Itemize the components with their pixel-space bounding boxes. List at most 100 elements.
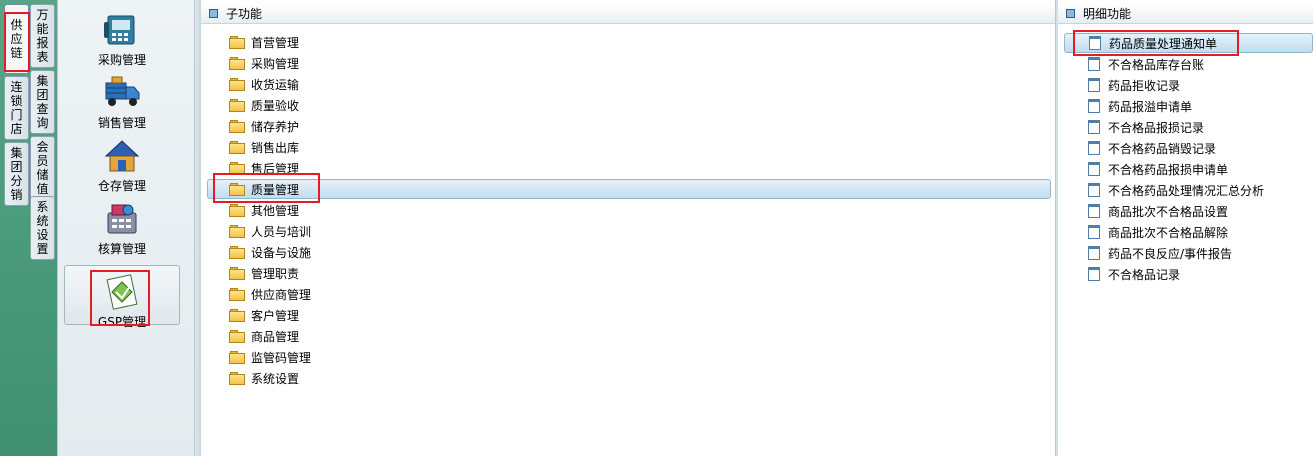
document-icon bbox=[1086, 204, 1102, 218]
tab-char: 员 bbox=[36, 154, 49, 168]
document-icon bbox=[1087, 36, 1103, 50]
folder-icon bbox=[229, 330, 245, 343]
detail-function-panel: 明细功能 药品质量处理通知单不合格品库存台账 药品拒收记录药品报溢申请单 不合格品报… bbox=[1058, 0, 1313, 456]
tab-char: 储 bbox=[36, 168, 49, 182]
nav-item-label: 采购管理 bbox=[97, 53, 146, 67]
sub-function-label: 质量验收 bbox=[251, 98, 300, 113]
tab-char: 系 bbox=[36, 200, 49, 214]
sub-function-item[interactable]: 质量验收 bbox=[229, 95, 299, 115]
nav-item-purchase[interactable]: 采购管理 bbox=[64, 4, 180, 67]
tab-char: 设 bbox=[36, 228, 49, 242]
sub-function-label: 采购管理 bbox=[251, 56, 300, 71]
sub-function-label: 管理职责 bbox=[251, 266, 300, 281]
detail-function-label: 不合格品报损记录 bbox=[1108, 120, 1205, 135]
detail-function-item[interactable]: 不合格品库存台账 bbox=[1086, 54, 1204, 74]
tab-char: 门 bbox=[10, 108, 23, 122]
purchase-icon bbox=[104, 15, 135, 45]
sub-function-item[interactable]: 供应商管理 bbox=[229, 284, 311, 304]
detail-function-item[interactable]: 不合格药品报损申请单 bbox=[1086, 159, 1228, 179]
detail-function-item[interactable]: 药品报溢申请单 bbox=[1086, 96, 1192, 116]
header-square-icon bbox=[209, 9, 218, 18]
tab-char: 集 bbox=[10, 146, 23, 160]
sub-function-item[interactable]: 系统设置 bbox=[229, 368, 299, 388]
gsp-icon bbox=[106, 274, 138, 310]
detail-function-label: 商品批次不合格品设置 bbox=[1108, 204, 1229, 219]
document-icon bbox=[1086, 78, 1102, 92]
detail-function-label: 不合格药品销毁记录 bbox=[1108, 141, 1217, 156]
nav-item-label: GSP管理 bbox=[97, 315, 147, 329]
sub-function-item[interactable]: 储存养护 bbox=[229, 116, 299, 136]
accounting-icon bbox=[107, 204, 137, 234]
detail-function-item[interactable]: 商品批次不合格品解除 bbox=[1086, 222, 1228, 242]
detail-function-item[interactable]: 商品批次不合格品设置 bbox=[1086, 201, 1228, 221]
warehouse-house-icon bbox=[104, 140, 140, 172]
sub-function-label: 客户管理 bbox=[251, 308, 300, 323]
sub-function-label: 首营管理 bbox=[251, 35, 300, 50]
tab-char: 应 bbox=[10, 32, 23, 46]
detail-function-item[interactable]: 不合格品记录 bbox=[1086, 264, 1180, 284]
sub-function-label: 监管码管理 bbox=[251, 350, 312, 365]
detail-function-label: 药品报溢申请单 bbox=[1108, 99, 1193, 114]
tab-char: 万 bbox=[36, 8, 49, 22]
sub-function-item[interactable]: 收货运输 bbox=[229, 74, 299, 94]
detail-function-item[interactable]: 不合格品报损记录 bbox=[1086, 117, 1204, 137]
sub-function-label: 供应商管理 bbox=[251, 287, 312, 302]
sub-function-item[interactable]: 质量管理 bbox=[207, 179, 1051, 199]
nav-item-accounting[interactable]: 核算管理 bbox=[64, 193, 180, 256]
detail-function-item[interactable]: 药品不良反应/事件报告 bbox=[1086, 243, 1232, 263]
detail-function-item[interactable]: 不合格药品处理情况汇总分析 bbox=[1086, 180, 1264, 200]
tab-member-stored-value[interactable]: 会 员 储 值 bbox=[30, 136, 55, 200]
folder-icon bbox=[229, 246, 245, 259]
folder-icon bbox=[229, 204, 245, 217]
tab-char: 链 bbox=[10, 46, 23, 60]
sub-function-item[interactable]: 售后管理 bbox=[229, 158, 299, 178]
sub-function-item[interactable]: 其他管理 bbox=[229, 200, 299, 220]
sub-function-item[interactable]: 首营管理 bbox=[229, 32, 299, 52]
document-icon bbox=[1086, 99, 1102, 113]
document-icon bbox=[1086, 141, 1102, 155]
detail-function-item[interactable]: 药品拒收记录 bbox=[1086, 75, 1180, 95]
tab-char: 能 bbox=[36, 22, 49, 36]
nav-item-sales[interactable]: 销售管理 bbox=[64, 67, 180, 130]
folder-icon bbox=[229, 267, 245, 280]
sub-function-label: 储存养护 bbox=[251, 119, 300, 134]
tab-system-settings[interactable]: 系 统 设 置 bbox=[30, 196, 55, 260]
tab-char: 统 bbox=[36, 214, 49, 228]
folder-icon bbox=[229, 99, 245, 112]
tab-char: 查 bbox=[36, 102, 49, 116]
sub-function-label: 商品管理 bbox=[251, 329, 300, 344]
sub-function-item[interactable]: 人员与培训 bbox=[229, 221, 311, 241]
tab-chain-store[interactable]: 连 锁 门 店 bbox=[4, 76, 29, 140]
sub-function-label: 收货运输 bbox=[251, 77, 300, 92]
tab-char: 表 bbox=[36, 50, 49, 64]
tab-group-distribution[interactable]: 集 团 分 销 bbox=[4, 142, 29, 206]
folder-icon bbox=[229, 162, 245, 175]
tab-char: 连 bbox=[10, 80, 23, 94]
module-nav-panel: 采购管理 销售管理 仓存管理 核算管理 GSP管理 bbox=[57, 0, 195, 456]
nav-item-label: 核算管理 bbox=[97, 242, 146, 256]
detail-function-item[interactable]: 不合格药品销毁记录 bbox=[1086, 138, 1216, 158]
tab-group-query[interactable]: 集 团 查 询 bbox=[30, 70, 55, 134]
tab-universal-report[interactable]: 万 能 报 表 bbox=[30, 4, 55, 68]
document-icon bbox=[1086, 225, 1102, 239]
nav-item-warehouse[interactable]: 仓存管理 bbox=[64, 130, 180, 193]
sub-function-item[interactable]: 销售出库 bbox=[229, 137, 299, 157]
folder-icon bbox=[229, 36, 245, 49]
sub-function-item[interactable]: 监管码管理 bbox=[229, 347, 311, 367]
detail-panel-title: 明细功能 bbox=[1083, 7, 1132, 21]
sub-function-item[interactable]: 客户管理 bbox=[229, 305, 299, 325]
nav-item-gsp[interactable]: GSP管理 bbox=[64, 265, 180, 329]
detail-function-label: 药品不良反应/事件报告 bbox=[1108, 246, 1233, 261]
detail-function-item[interactable]: 药品质量处理通知单 bbox=[1064, 33, 1313, 53]
detail-function-label: 药品质量处理通知单 bbox=[1109, 36, 1218, 51]
tab-char: 店 bbox=[10, 122, 23, 136]
sub-function-item[interactable]: 管理职责 bbox=[229, 263, 299, 283]
tab-supply-chain[interactable]: 供 应 链 bbox=[4, 4, 29, 74]
sub-function-item[interactable]: 设备与设施 bbox=[229, 242, 311, 262]
sales-truck-icon bbox=[105, 76, 140, 106]
sub-function-item[interactable]: 商品管理 bbox=[229, 326, 299, 346]
sub-function-item[interactable]: 采购管理 bbox=[229, 53, 299, 73]
tab-char: 供 bbox=[10, 18, 23, 32]
tab-char: 锁 bbox=[10, 94, 23, 108]
folder-icon bbox=[229, 57, 245, 70]
